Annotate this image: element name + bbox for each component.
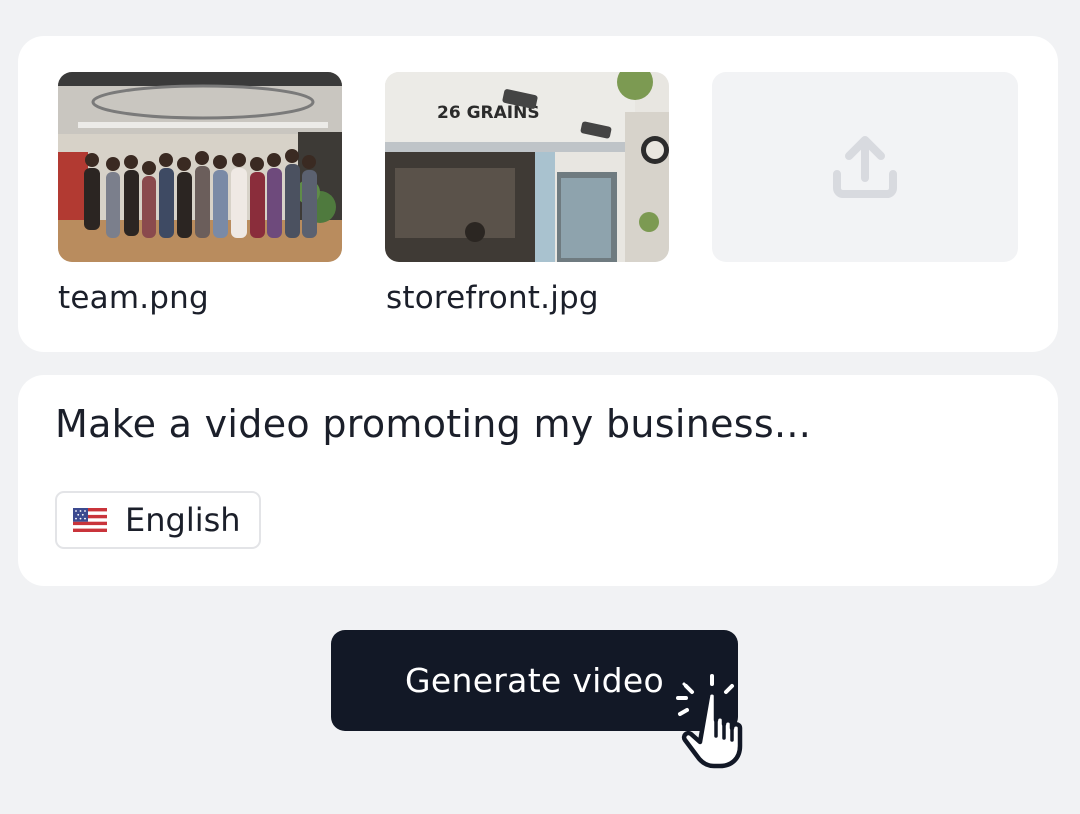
us-flag-icon [73, 508, 107, 532]
upload-icon [833, 136, 897, 198]
storefront-photo-image: 26 GRAINS [385, 72, 669, 262]
hand-pointer-cursor-icon [676, 674, 743, 769]
upload-dropzone[interactable] [712, 72, 1018, 262]
team-photo-thumbnail[interactable] [58, 72, 342, 262]
file-name-team: team.png [58, 280, 209, 316]
language-selector[interactable]: English [55, 491, 261, 549]
language-label: English [125, 501, 241, 539]
file-name-storefront: storefront.jpg [386, 280, 599, 316]
prompt-card: Make a video promoting my business... En… [18, 375, 1058, 586]
storefront-photo-thumbnail[interactable]: 26 GRAINS [385, 72, 669, 262]
team-photo-image [58, 72, 342, 262]
prompt-input[interactable]: Make a video promoting my business... [55, 402, 1015, 446]
uploads-card: team.png 26 GRAINS storefront.jpg [18, 36, 1058, 352]
